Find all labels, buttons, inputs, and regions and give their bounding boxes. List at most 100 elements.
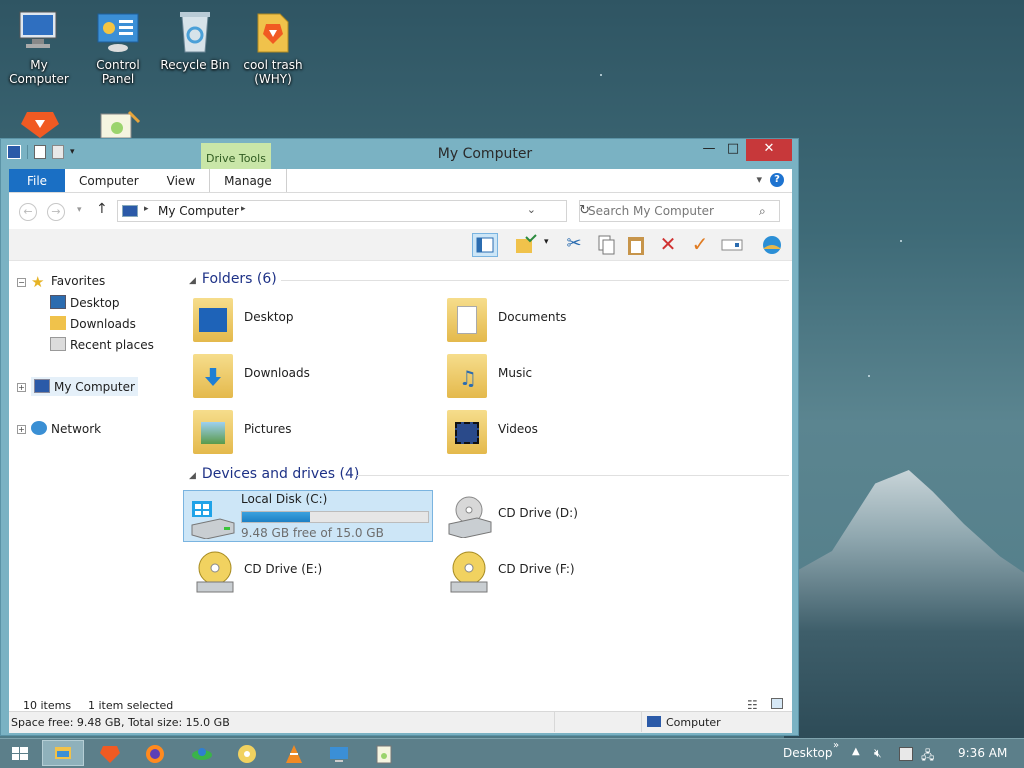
taskbar-control-panel[interactable] xyxy=(327,742,351,766)
desktop-icon-my-computer[interactable]: My Computer xyxy=(0,8,78,86)
window-title: My Computer xyxy=(437,146,533,162)
computer-icon xyxy=(16,8,62,54)
cut-icon[interactable]: ✂ xyxy=(561,233,587,257)
nav-label: Recent places xyxy=(70,338,154,352)
toolbar-chevron-icon[interactable]: » xyxy=(833,740,839,751)
paste-icon[interactable] xyxy=(623,233,649,257)
item-label: Downloads xyxy=(244,366,310,380)
desktop-icon-cool-trash[interactable]: cool trash (WHY) xyxy=(234,8,312,86)
nav-downloads[interactable]: Downloads xyxy=(50,316,136,331)
taskbar-app[interactable] xyxy=(190,742,214,766)
nav-my-computer[interactable]: My Computer xyxy=(31,377,138,396)
hard-disk-icon xyxy=(190,495,235,540)
properties-icon[interactable] xyxy=(34,145,46,159)
taskbar-notepad[interactable] xyxy=(372,742,396,766)
nav-desktop[interactable]: Desktop xyxy=(50,295,120,310)
drive-cd-f[interactable]: CD Drive (F:) xyxy=(441,546,691,598)
collapse-toggle[interactable]: − xyxy=(17,278,26,287)
nav-network[interactable]: Network xyxy=(31,421,101,436)
action-center-icon[interactable] xyxy=(899,747,913,761)
expand-toggle[interactable]: + xyxy=(17,425,26,434)
folder-music[interactable]: ♫ Music xyxy=(441,350,691,402)
close-button[interactable]: ✕ xyxy=(746,139,792,161)
folders-group-header[interactable]: ◢ Folders (6) xyxy=(189,271,789,287)
computer-icon xyxy=(122,205,138,217)
chevron-down-icon[interactable]: ▾ xyxy=(544,237,549,247)
rename-icon[interactable] xyxy=(719,233,745,257)
breadcrumb[interactable]: My Computer xyxy=(158,204,239,218)
folder-desktop[interactable]: Desktop xyxy=(187,294,437,346)
new-folder-icon[interactable] xyxy=(52,145,64,159)
computer-icon xyxy=(34,379,50,393)
search-input[interactable]: Search My Computer xyxy=(579,200,780,222)
folder-videos[interactable]: Videos xyxy=(441,406,691,458)
notepad-icon xyxy=(95,110,141,139)
taskbar-explorer[interactable] xyxy=(42,740,84,766)
chevron-down-icon[interactable]: ▾ xyxy=(70,147,75,157)
back-button[interactable]: ← xyxy=(19,203,37,221)
desktop-icon-control-panel[interactable]: Control Panel xyxy=(79,8,157,86)
documents-folder-icon xyxy=(447,298,487,342)
up-button[interactable]: ↑ xyxy=(96,201,108,217)
window-icon xyxy=(7,145,21,159)
clock[interactable]: 9:36 AM xyxy=(958,746,1007,760)
item-label: Music xyxy=(498,366,533,380)
maximize-button[interactable]: □ xyxy=(720,139,746,161)
nav-recent-places[interactable]: Recent places xyxy=(50,337,154,352)
drive-local-disk-c[interactable]: Local Disk (C:) 9.48 GB free of 15.0 GB xyxy=(183,490,433,542)
tab-view[interactable]: View xyxy=(153,169,209,192)
collapse-arrow-icon: ◢ xyxy=(189,471,196,481)
divider xyxy=(357,475,789,476)
delete-icon[interactable]: ✕ xyxy=(655,233,681,257)
tab-manage[interactable]: Manage xyxy=(209,169,287,192)
start-button[interactable] xyxy=(8,742,32,766)
taskbar-cd[interactable] xyxy=(235,742,259,766)
volume-muted-icon[interactable]: 🔇︎ xyxy=(874,746,882,761)
drive-cd-d[interactable]: CD Drive (D:) xyxy=(441,490,691,542)
desktop-toolbar-label[interactable]: Desktop xyxy=(783,746,833,760)
help-icon[interactable]: ? xyxy=(770,173,784,187)
show-hidden-icons-button[interactable]: ▲ xyxy=(852,746,860,757)
tab-file[interactable]: File xyxy=(9,169,65,192)
network-globe-icon[interactable] xyxy=(759,233,785,257)
expand-ribbon-chevron-icon[interactable]: ▾ xyxy=(756,173,762,186)
taskbar-firefox[interactable] xyxy=(143,742,167,766)
main-pane: ◢ Folders (6) Desktop Documents Downloads… xyxy=(175,261,792,703)
cd-drive-icon xyxy=(447,494,492,539)
title-bar[interactable]: ▾ Drive Tools My Computer — □ ✕ xyxy=(1,139,798,173)
tab-computer[interactable]: Computer xyxy=(65,169,153,192)
details-view-icon[interactable]: ☷ xyxy=(747,698,758,712)
item-label: Pictures xyxy=(244,422,292,436)
folder-documents[interactable]: Documents xyxy=(441,294,691,346)
taskbar-vlc[interactable] xyxy=(282,742,306,766)
desktop-icon-label: Recycle Bin xyxy=(160,58,230,72)
breadcrumb-chevron-icon[interactable]: ▸ xyxy=(144,204,149,214)
address-dropdown-icon[interactable]: ⌄ xyxy=(527,203,536,216)
navigation-pane-icon[interactable] xyxy=(472,233,498,257)
computer-icon xyxy=(647,716,661,727)
network-status-icon[interactable]: 🖧︎ xyxy=(921,746,934,767)
nav-favorites[interactable]: ★ Favorites xyxy=(31,274,105,290)
drive-cd-e[interactable]: CD Drive (E:) xyxy=(187,546,437,598)
recent-locations-chevron-icon[interactable]: ▾ xyxy=(77,205,82,215)
folder-pictures[interactable]: Pictures xyxy=(187,406,437,458)
minimize-button[interactable]: — xyxy=(696,139,722,161)
large-icons-view-icon[interactable] xyxy=(771,698,783,709)
taskbar-brave[interactable] xyxy=(98,742,122,766)
item-label: Desktop xyxy=(244,310,294,324)
copy-icon[interactable] xyxy=(593,233,619,257)
wallpaper-star xyxy=(868,375,870,377)
desktop-icon-brave[interactable] xyxy=(12,108,68,142)
address-bar[interactable]: ▸ My Computer ▸ ⌄ ↻ xyxy=(117,200,590,222)
divider xyxy=(27,145,28,159)
expand-toggle[interactable]: + xyxy=(17,383,26,392)
breadcrumb-chevron-icon[interactable]: ▸ xyxy=(241,204,246,214)
folder-options-icon[interactable] xyxy=(514,233,540,257)
folder-downloads[interactable]: Downloads xyxy=(187,350,437,402)
check-icon[interactable]: ✓ xyxy=(687,233,713,257)
devices-group-header[interactable]: ◢ Devices and drives (4) xyxy=(189,466,789,482)
wallpaper-star xyxy=(600,74,602,76)
desktop-icon-recycle-bin[interactable]: Recycle Bin xyxy=(156,8,234,72)
forward-button[interactable]: → xyxy=(47,203,65,221)
nav-label: Favorites xyxy=(51,274,106,288)
